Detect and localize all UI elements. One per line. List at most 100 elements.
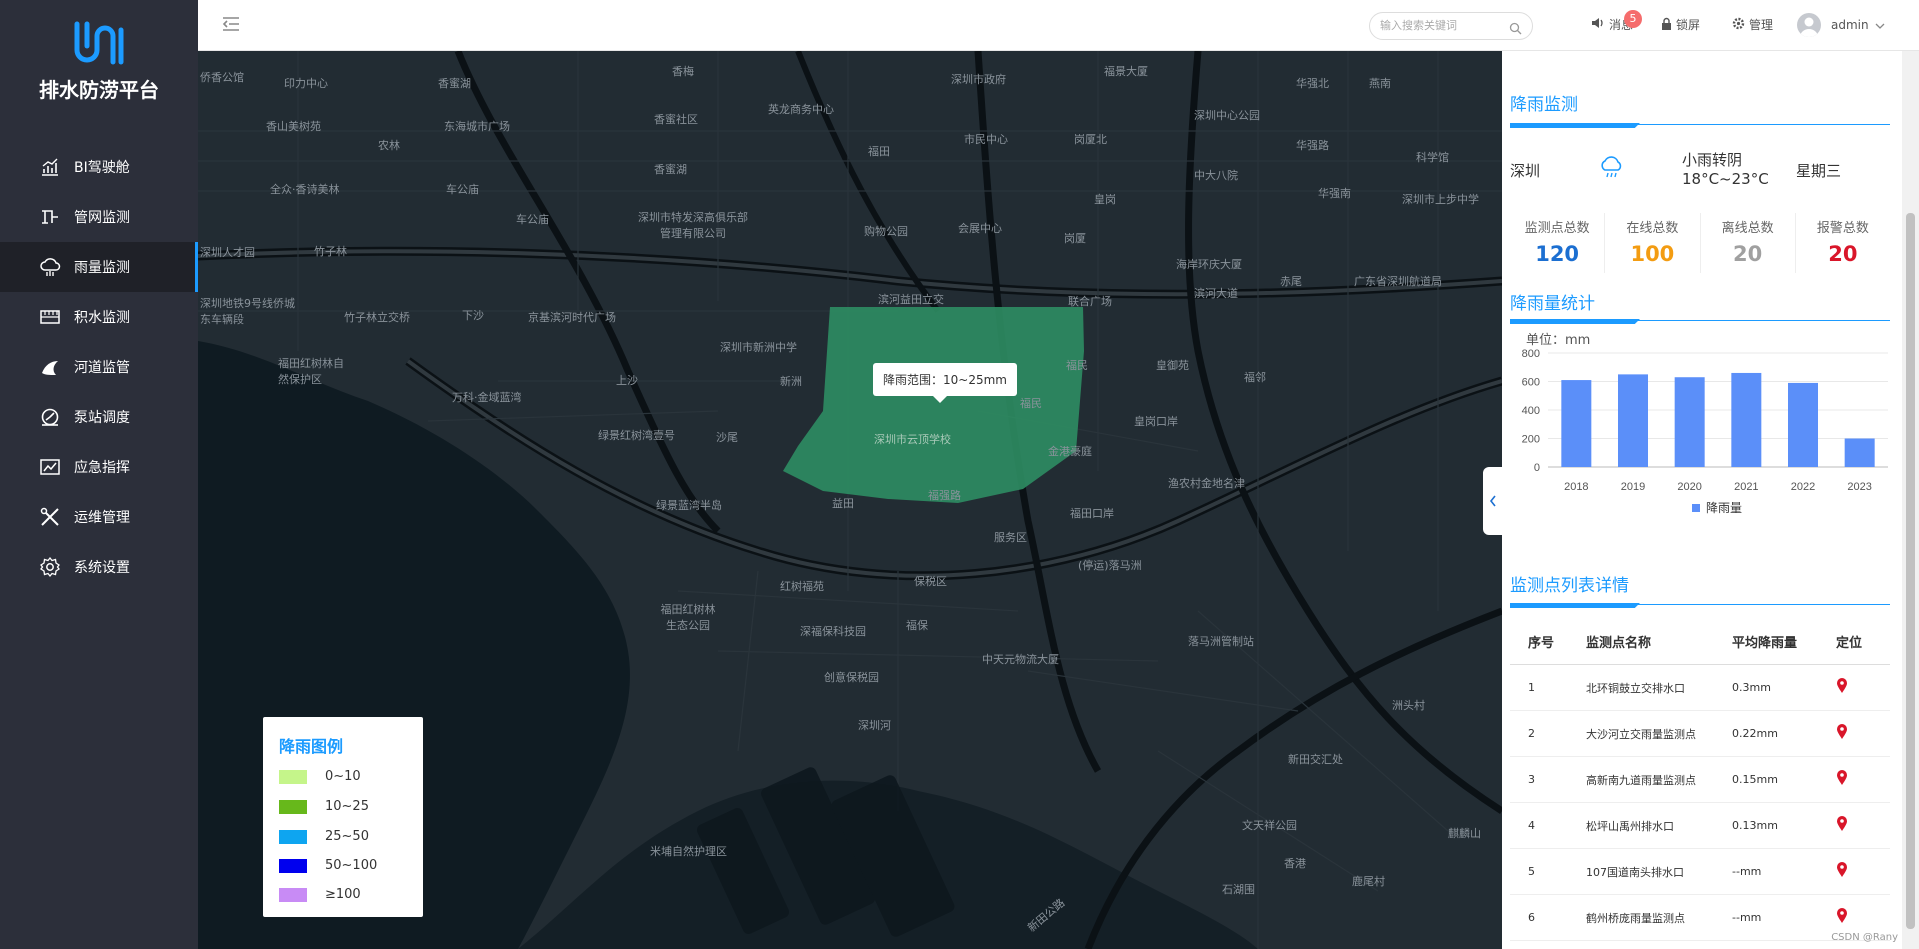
sidebar-nav: BI驾驶舱 管网监测 雨量监测 积水监测 河道监管 泵站调度 应急指挥 运维管理…	[0, 142, 198, 592]
map-label: 福民	[1020, 397, 1042, 410]
map-label: 中天元物流大厦	[982, 653, 1059, 666]
map-label: 深圳地铁9号线侨城东车辆段	[200, 297, 295, 326]
table-row[interactable]: 5 107国道南头排水口 --mm	[1510, 849, 1890, 895]
scrollbar-thumb[interactable]	[1906, 213, 1915, 929]
pipe-icon	[38, 205, 62, 229]
sidebar-item-label: 积水监测	[74, 310, 130, 326]
map-label: 滨河益田立交	[878, 293, 944, 306]
legend-label: ≥100	[325, 887, 361, 902]
sidebar-item-bi[interactable]: BI驾驶舱	[0, 142, 198, 192]
map-label: 香蜜湖	[438, 77, 471, 90]
sidebar-item-rain[interactable]: 雨量监测	[0, 242, 198, 292]
location-pin-icon[interactable]	[1836, 678, 1890, 697]
gear-icon	[1732, 17, 1745, 33]
section-divider	[1510, 123, 1890, 128]
avg-rainfall: --mm	[1732, 865, 1762, 878]
station-name: 大沙河立交雨量监测点	[1586, 727, 1696, 741]
map-label: 渔农村金地名津	[1168, 477, 1245, 490]
sidebar-item-emergency[interactable]: 应急指挥	[0, 442, 198, 492]
lock-label: 锁屏	[1676, 18, 1701, 32]
map-label: 皇岗口岸	[1134, 415, 1178, 428]
section-divider	[1510, 603, 1890, 608]
sidebar-item-settings[interactable]: 系统设置	[0, 542, 198, 592]
map-label: 滨河大道	[1194, 287, 1238, 300]
map-label: 赤尾	[1280, 275, 1302, 288]
map-label: 皇岗	[1094, 193, 1116, 206]
stat-label: 监测点总数	[1524, 221, 1590, 236]
user-menu[interactable]: admin	[1797, 13, 1885, 37]
chevron-down-icon	[1875, 18, 1885, 32]
map-label: 新田交汇处	[1288, 753, 1343, 766]
rainfall-tooltip: 降雨范围：10~25mm	[873, 363, 1017, 403]
legend-label: 25~50	[325, 829, 369, 844]
map-label: 侨香公馆	[200, 71, 244, 84]
col-header: 定位	[1836, 636, 1863, 651]
station-name: 高新南九道雨量监测点	[1586, 773, 1696, 787]
weather-temp: 18°C~23°C	[1682, 170, 1769, 188]
lock-icon	[1661, 17, 1672, 33]
message-button[interactable]: 消息 5	[1591, 10, 1642, 33]
gear-icon	[38, 555, 62, 579]
table-row[interactable]: 4 松坪山禹州排水口 0.13mm	[1510, 803, 1890, 849]
map-label: 农林	[378, 139, 400, 152]
sidebar: 排水防涝平台 BI驾驶舱 管网监测 雨量监测 积水监测 河道监管 泵站调度 应急…	[0, 0, 198, 949]
panel-collapse-button[interactable]	[1483, 467, 1503, 535]
sidebar-item-label: 系统设置	[74, 560, 130, 576]
emergency-icon	[38, 455, 62, 479]
location-pin-icon[interactable]	[1836, 724, 1890, 743]
map-label: 联合广场	[1068, 295, 1112, 308]
x-tick-label: 2020	[1677, 481, 1701, 493]
location-pin-icon[interactable]	[1836, 816, 1890, 835]
search-input[interactable]: 输入搜索关键词	[1369, 12, 1533, 40]
bar	[1731, 372, 1762, 467]
watermark: CSDN @Rany	[1831, 932, 1898, 943]
map-label: 绿景蓝湾半岛	[656, 499, 722, 512]
menu-toggle-icon[interactable]	[222, 16, 240, 36]
sidebar-item-waterlogging[interactable]: 积水监测	[0, 292, 198, 342]
legend-swatch	[279, 769, 307, 784]
map-label: 华强路	[1296, 139, 1329, 152]
map-label: 深圳市云顶学校	[874, 433, 951, 446]
search-icon[interactable]	[1509, 19, 1522, 45]
y-tick-label: 600	[1522, 377, 1540, 389]
sidebar-item-pump[interactable]: 泵站调度	[0, 392, 198, 442]
panel-scrollbar[interactable]	[1902, 51, 1919, 949]
user-name: admin	[1831, 18, 1869, 32]
table-row[interactable]: 1 北环铜鼓立交排水口 0.3mm	[1510, 665, 1890, 711]
message-count-badge: 5	[1624, 10, 1642, 28]
map-label: 保税区	[914, 575, 947, 588]
location-pin-icon[interactable]	[1836, 862, 1890, 881]
station-name: 鹤州桥庞雨量监测点	[1586, 911, 1685, 925]
map-label: 鹿尾村	[1352, 875, 1385, 888]
map-label: 洲头村	[1392, 699, 1425, 712]
map-label: 新洲	[780, 375, 802, 388]
legend-swatch	[279, 829, 307, 844]
row-index: 5	[1528, 865, 1535, 878]
location-pin-icon[interactable]	[1836, 770, 1890, 789]
x-tick-label: 2021	[1734, 481, 1758, 493]
map-label: 深福保科技园	[800, 625, 866, 638]
map-label: 竹子林	[314, 245, 347, 258]
station-list-title: 监测点列表详情	[1510, 576, 1629, 596]
map-label: 岗厦	[1064, 232, 1086, 245]
row-index: 4	[1528, 819, 1535, 832]
map-label: 福田红树林生态公园	[660, 603, 716, 632]
sidebar-item-river[interactable]: 河道监管	[0, 342, 198, 392]
avg-rainfall: 0.15mm	[1732, 773, 1778, 786]
map-label: 皇御苑	[1156, 359, 1189, 372]
sidebar-item-pipe[interactable]: 管网监测	[0, 192, 198, 242]
map-label: 益田	[832, 497, 854, 510]
table-row[interactable]: 2 大沙河立交雨量监测点 0.22mm	[1510, 711, 1890, 757]
avatar	[1797, 13, 1821, 37]
location-pin-icon[interactable]	[1836, 908, 1890, 927]
sidebar-item-maintenance[interactable]: 运维管理	[0, 492, 198, 542]
stat-value: 120	[1535, 242, 1580, 266]
rainfall-legend: 降雨图例 0~10 10~25 25~50 50~100 ≥100	[263, 717, 423, 917]
admin-manage-button[interactable]: 管理	[1732, 16, 1773, 33]
rain-stats-title: 降雨量统计	[1510, 294, 1595, 314]
row-index: 1	[1528, 681, 1535, 694]
stat-total: 监测点总数 120	[1510, 213, 1606, 273]
map-label: 深圳中心公园	[1194, 109, 1260, 122]
lock-screen-button[interactable]: 锁屏	[1661, 16, 1700, 33]
table-row[interactable]: 3 高新南九道雨量监测点 0.15mm	[1510, 757, 1890, 803]
